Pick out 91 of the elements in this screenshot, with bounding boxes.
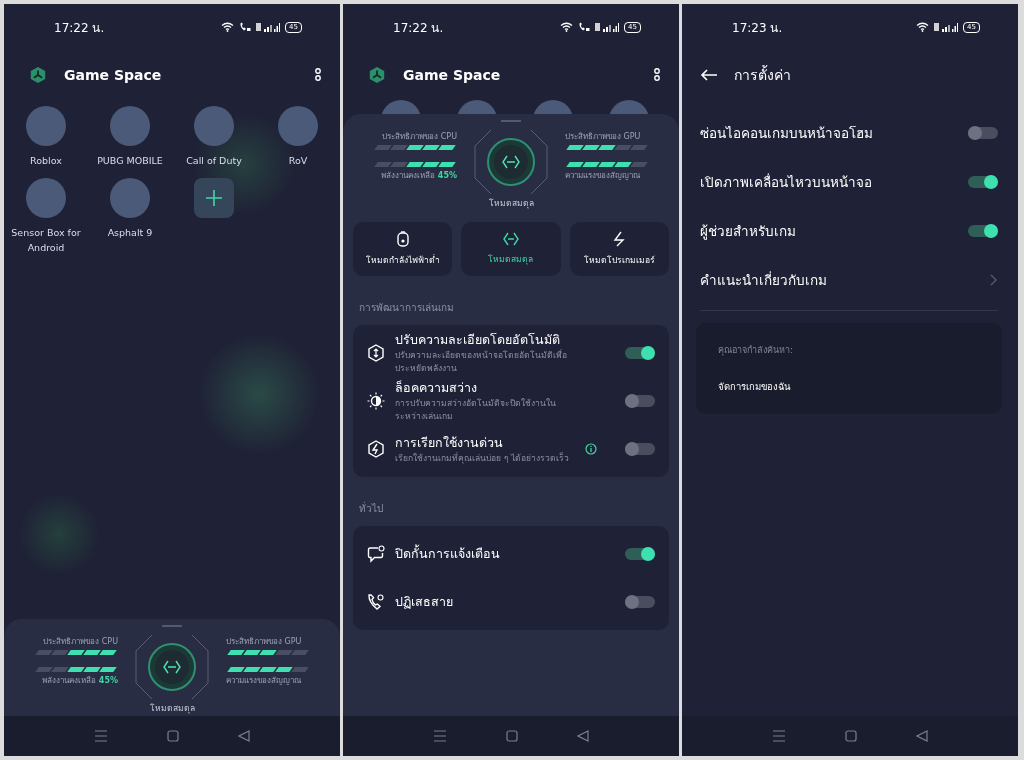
hexagon-logo-icon: [368, 66, 386, 84]
menu-icon[interactable]: [771, 730, 786, 742]
phone-icon: [578, 22, 591, 32]
setting-description: ปรับความละเอียดของหน้าจอโดยอัตโนมัติเพื่อประหยัดพลังงาน: [395, 349, 568, 375]
mode-label: โหมดสมดุล: [149, 702, 195, 715]
back-arrow-icon[interactable]: [700, 69, 718, 81]
signal-icon: [934, 22, 959, 32]
message-blocked-icon: [367, 545, 385, 563]
setting-label: คำแนะนำเกี่ยวกับเกม: [700, 270, 827, 290]
home-square-icon[interactable]: [845, 730, 857, 742]
more-options-icon[interactable]: [314, 67, 322, 83]
suggestion-link[interactable]: จัดการเกมของฉัน: [718, 379, 980, 394]
setting-title: ล็อคความสว่าง: [395, 379, 478, 397]
setting-title: ปิดกั้นการแจ้งเตือน: [395, 545, 501, 563]
battery-percentage: 45%: [98, 676, 118, 685]
setting-label: ผู้ช่วยสำหรับเกม: [700, 221, 796, 242]
suggestion-heading: คุณอาจกำลังค้นหา:: [718, 344, 795, 357]
meter-label: พลังงานคงเหลือ: [380, 170, 435, 182]
hexagon-logo-icon: [29, 66, 47, 84]
setting-label: ซ่อนไอคอนเกมบนหน้าจอโฮม: [700, 123, 873, 143]
status-time: 17:22 น.: [54, 19, 105, 37]
balance-icon: [502, 232, 520, 246]
game-name: PUBG MOBILE: [96, 154, 164, 168]
status-time: 17:23 น.: [732, 19, 783, 37]
game-name: Roblox: [29, 154, 63, 168]
add-game-button[interactable]: [194, 178, 234, 218]
menu-icon[interactable]: [93, 730, 108, 742]
setting-title: ปฏิเสธสาย: [395, 593, 454, 611]
plus-icon: [205, 189, 223, 207]
toggle-switch[interactable]: [625, 347, 655, 359]
home-square-icon[interactable]: [167, 730, 179, 742]
mode-button[interactable]: โหมดกำลังไฟฟ้าต่ำ: [353, 222, 453, 276]
signal-icon: [256, 22, 281, 32]
game-name: Sensor Box for Android: [10, 226, 82, 255]
game-icon-placeholder[interactable]: [26, 106, 66, 146]
game-name: RoV: [287, 154, 309, 168]
toggle-switch[interactable]: [625, 443, 655, 455]
meter-label: ประสิทธิภาพของ CPU: [43, 636, 118, 648]
info-icon[interactable]: [585, 443, 597, 455]
status-time: 17:22 น.: [393, 19, 444, 37]
game-name: Asphalt 9: [106, 226, 154, 240]
resolution-icon: [367, 344, 385, 362]
brightness-icon: [367, 392, 385, 410]
menu-icon[interactable]: [432, 730, 447, 742]
phone-icon: [239, 22, 252, 32]
wifi-icon: [221, 22, 235, 32]
meter-label: ประสิทธิภาพของ GPU: [565, 131, 641, 143]
battery-percentage: 45%: [437, 171, 457, 180]
more-options-icon[interactable]: [653, 67, 661, 83]
wifi-icon: [916, 22, 930, 32]
signal-icon: [595, 22, 620, 32]
app-title: Game Space: [403, 67, 502, 83]
game-icon-placeholder[interactable]: [110, 106, 150, 146]
battery-drop-icon: [396, 231, 409, 247]
toggle-switch[interactable]: [625, 548, 655, 560]
chevron-right-icon[interactable]: [990, 273, 998, 286]
setting-title: ปรับความละเอียดโดยอัตโนมัติ: [395, 331, 561, 349]
lightning-icon: [367, 440, 385, 458]
mode-button[interactable]: โหมดโปรเกมเมอร์: [569, 222, 669, 276]
lightning-icon: [613, 231, 626, 247]
home-square-icon[interactable]: [506, 730, 518, 742]
section-title: การพัฒนาการเล่นเกม: [359, 301, 455, 315]
meter-label: ประสิทธิภาพของ CPU: [382, 131, 457, 143]
mode-button[interactable]: โหมดสมดุล: [461, 222, 561, 276]
setting-title: การเรียกใช้งานด่วน: [395, 433, 504, 452]
toggle-switch[interactable]: [968, 224, 998, 237]
game-name: Call of Duty: [185, 154, 243, 168]
toggle-switch[interactable]: [625, 596, 655, 608]
meter-label: ความแรงของสัญญาณ: [226, 675, 301, 687]
meter-label: ความแรงของสัญญาณ: [565, 170, 640, 182]
wifi-icon: [560, 22, 574, 32]
section-title: ทั่วไป: [359, 501, 384, 516]
game-icon-placeholder[interactable]: [26, 178, 66, 218]
setting-description: เรียกใช้งานเกมที่คุณเล่นบ่อย ๆ ได้อย่างรวดเร็ว: [395, 451, 570, 465]
game-icon-placeholder[interactable]: [110, 178, 150, 218]
page-title: การตั้งค่า: [734, 64, 791, 85]
back-triangle-icon[interactable]: [577, 730, 590, 742]
toggle-switch[interactable]: [625, 395, 655, 407]
game-icon-placeholder[interactable]: [278, 106, 318, 146]
setting-description: การปรับความสว่างอัตโนมัติจะปิดใช้งานในระหว่างเล่นเกม: [395, 397, 557, 423]
meter-label: ประสิทธิภาพของ GPU: [226, 636, 302, 648]
setting-label: เปิดภาพเคลื่อนไหวบนหน้าจอ: [700, 172, 872, 192]
mode-label: โหมดสมดุล: [488, 197, 534, 210]
toggle-switch[interactable]: [968, 175, 998, 188]
back-triangle-icon[interactable]: [916, 730, 929, 742]
game-icon-placeholder[interactable]: [194, 106, 234, 146]
back-triangle-icon[interactable]: [238, 730, 251, 742]
toggle-switch[interactable]: [968, 126, 998, 139]
phone-blocked-icon: [367, 593, 385, 611]
meter-label: พลังงานคงเหลือ: [41, 675, 96, 687]
app-title: Game Space: [64, 67, 163, 83]
